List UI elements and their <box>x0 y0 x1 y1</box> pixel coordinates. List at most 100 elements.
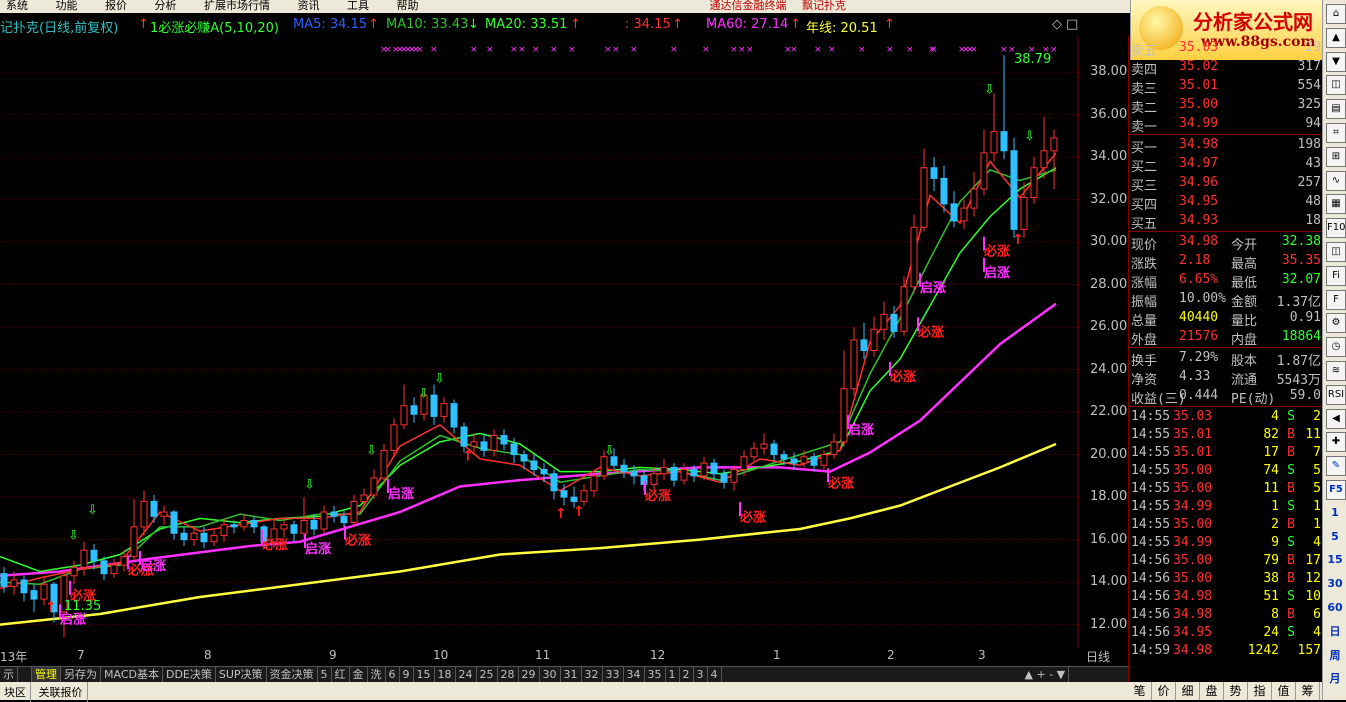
menu-system[interactable]: 系统 <box>6 0 28 12</box>
panel-tab[interactable]: 势 <box>1224 682 1248 700</box>
indicator-tab[interactable]: 管理 <box>32 667 61 683</box>
menu-function[interactable]: 功能 <box>56 0 78 12</box>
stock-link[interactable]: 飘记扑克 <box>802 0 846 12</box>
chart-menu-icon[interactable]: □ <box>1066 17 1078 32</box>
sidebar-tool-button[interactable]: 5 <box>1326 528 1344 546</box>
sidebar-tool-button[interactable]: ⚙ <box>1326 313 1346 334</box>
sidebar-tool-button[interactable]: 月 <box>1326 670 1344 688</box>
sidebar-tool-button[interactable]: F <box>1326 289 1346 310</box>
panel-tab[interactable]: 值 <box>1272 682 1296 700</box>
menu-quote[interactable]: 报价 <box>105 0 127 12</box>
sidebar-tool-button[interactable]: ≋ <box>1326 361 1346 381</box>
indicator-tab[interactable]: 33 <box>603 667 624 683</box>
candle-body <box>0 573 8 587</box>
sidebar-tool-button[interactable]: 15 <box>1326 551 1344 569</box>
candle-body <box>160 511 168 517</box>
sidebar-tool-button[interactable]: 60 <box>1326 599 1344 617</box>
chart-title[interactable]: 记扑克(日线,前复权) <box>0 17 118 36</box>
sidebar-tool-button[interactable]: ◀ <box>1326 408 1346 429</box>
indicator-tab[interactable]: 另存为 <box>61 667 101 683</box>
indicator-tab[interactable]: 4 <box>708 667 722 683</box>
panel-tab[interactable]: 指 <box>1248 682 1272 700</box>
indicator-tab[interactable]: SUP决策 <box>216 667 267 683</box>
indicator-tab[interactable]: 29 <box>519 667 540 683</box>
status-block[interactable]: 块区 <box>0 682 31 702</box>
indicator-tab[interactable]: 32 <box>582 667 603 683</box>
sidebar-tool-button[interactable]: ⌗ <box>1326 123 1346 143</box>
indicator-tab[interactable]: 红 <box>332 667 350 683</box>
sidebar-tool-button[interactable]: ▦ <box>1326 194 1346 215</box>
menu-extended-market[interactable]: 扩展市场行情 <box>204 0 270 12</box>
sidebar-tool-button[interactable]: 周 <box>1326 647 1344 665</box>
indicator-tab[interactable]: 资金决策 <box>267 667 318 683</box>
indicator-tab[interactable]: 示 <box>0 667 18 683</box>
period-label[interactable]: 日线 <box>1086 648 1110 665</box>
sidebar-tool-button[interactable]: RSI <box>1326 384 1346 405</box>
sidebar-tool-button[interactable]: ✚ <box>1326 432 1346 453</box>
sidebar-tool-button[interactable]: 1 <box>1326 504 1344 522</box>
sidebar-tool-button[interactable]: F10 <box>1326 218 1346 239</box>
indicator-tab[interactable]: 35 <box>645 667 666 683</box>
candle-body <box>800 456 808 464</box>
indicator-tab[interactable]: 洗 <box>368 667 386 683</box>
zoom-controls[interactable]: ▲ + - ▼ <box>1022 667 1070 683</box>
top-signal-marker: × <box>702 45 710 55</box>
indicator-tab[interactable]: 9 <box>400 667 414 683</box>
indicator-tab[interactable]: 6 <box>386 667 400 683</box>
candle-body <box>910 226 918 288</box>
sidebar-tool-button[interactable]: ▲ <box>1326 27 1346 48</box>
panel-tab[interactable]: 筹 <box>1296 682 1320 700</box>
indicator-tab[interactable] <box>18 667 32 683</box>
indicator-tab[interactable]: DDE决策 <box>163 667 216 683</box>
status-related-quote[interactable]: 关联报价 <box>35 682 88 702</box>
sidebar-tool-button[interactable]: ∿ <box>1326 170 1346 191</box>
indicator-tab[interactable]: 5 <box>318 667 332 683</box>
sidebar-tool-button[interactable]: 日 <box>1326 623 1344 641</box>
y-tick-label: 12.00 <box>1090 616 1128 632</box>
sidebar-tool-button[interactable]: ◫ <box>1326 242 1346 262</box>
candle <box>380 444 388 485</box>
chart-toggle-icon[interactable]: ◇ <box>1052 17 1062 32</box>
status-bar: 块区 关联报价 <box>0 682 1130 702</box>
indicator-tab[interactable]: 31 <box>561 667 582 683</box>
sidebar-tool-button[interactable]: Fi <box>1326 265 1346 286</box>
indicator-tab[interactable]: 金 <box>350 667 368 683</box>
indicator-tab[interactable]: 30 <box>540 667 561 683</box>
indicator-tab[interactable]: MACD基本 <box>101 667 163 683</box>
menu-info[interactable]: 资讯 <box>298 0 320 12</box>
sidebar-tool-button[interactable]: ⊞ <box>1326 146 1346 167</box>
ask-row: 卖四 35.02 317 <box>1131 59 1321 78</box>
candle-body <box>730 469 738 483</box>
sidebar-tool-button[interactable]: ⌂ <box>1326 4 1346 24</box>
indicator-tab[interactable]: 25 <box>477 667 498 683</box>
indicator-tab[interactable]: 2 <box>680 667 694 683</box>
panel-divider <box>1129 406 1323 407</box>
sidebar-tool-button[interactable]: ✎ <box>1326 456 1346 477</box>
sidebar-tool-button[interactable]: ▼ <box>1326 51 1346 72</box>
indicator-tab[interactable]: 18 <box>435 667 456 683</box>
quote-panel: 卖五 35.03 29 卖四 35.02 317 卖三 35.01 554 卖二 35.00 325 卖… <box>1128 36 1323 682</box>
candle-body <box>480 441 488 451</box>
panel-tab[interactable]: 笔 <box>1128 682 1152 700</box>
sidebar-tool-button[interactable]: ◫ <box>1326 75 1346 96</box>
candlestick-chart[interactable]: ↑↑↑ ↑↑⇩⇩⇩⇩⇩⇩⇩⇩⇩×× ××××××× × × × × × × × × × × × × × × × × ×… <box>0 36 1080 648</box>
menu-tools[interactable]: 工具 <box>347 0 369 12</box>
indicator-tab[interactable]: 3 <box>694 667 708 683</box>
menu-help[interactable]: 帮助 <box>397 0 419 12</box>
indicator-tab[interactable]: 28 <box>498 667 519 683</box>
panel-tab[interactable]: 盘 <box>1200 682 1224 700</box>
sidebar-tool-button[interactable]: 30 <box>1326 575 1344 593</box>
terminal-link[interactable]: 通达信金融终端 <box>710 0 787 12</box>
indicator-tab[interactable]: 15 <box>414 667 435 683</box>
indicator-tab[interactable]: 1 <box>666 667 680 683</box>
menu-analysis[interactable]: 分析 <box>155 0 177 12</box>
sidebar-tool-button[interactable]: F5 <box>1326 480 1346 500</box>
panel-tab[interactable]: 细 <box>1176 682 1200 700</box>
sidebar-tool-button[interactable]: ◷ <box>1326 337 1346 358</box>
indicator-name[interactable]: 1必涨必赚A(5,10,20) <box>150 17 279 36</box>
panel-tab[interactable]: 价 <box>1152 682 1176 700</box>
indicator-tab[interactable]: 24 <box>456 667 477 683</box>
candle-body <box>520 454 528 462</box>
sidebar-tool-button[interactable]: ▤ <box>1326 99 1346 120</box>
indicator-tab[interactable]: 34 <box>624 667 645 683</box>
